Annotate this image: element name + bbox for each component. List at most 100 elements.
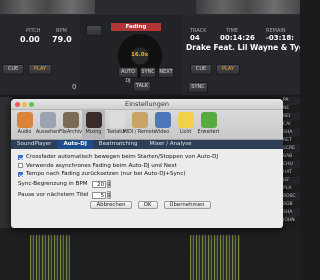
next-button[interactable]: NEXT xyxy=(158,67,174,78)
bpm-label: BPM xyxy=(56,28,67,34)
tab-auto-dj[interactable]: Auto-DJ xyxy=(57,140,93,149)
option-checkbox[interactable] xyxy=(18,171,23,177)
pitch-value: 0.00 xyxy=(20,35,40,44)
sync-limit-stepper[interactable]: ▲ ▼ xyxy=(107,180,111,188)
toolbar-item-licht[interactable]: Licht xyxy=(174,110,197,140)
toolbar-item-label: Licht xyxy=(179,130,192,135)
playlist-row[interactable]: SHA xyxy=(282,209,300,217)
cue-button-right[interactable]: CUE xyxy=(190,64,212,75)
playlist-row[interactable]: BEI xyxy=(282,113,300,121)
ok-button[interactable]: OK xyxy=(137,200,158,209)
toolbar-item-label: FileArchiv xyxy=(58,130,83,135)
playlist-row[interactable]: SHA xyxy=(282,129,300,137)
track-title: Drake Feat. Lil Wayne & Tyga - The xyxy=(186,43,300,52)
waveform-right xyxy=(196,0,300,14)
auto-dj-button[interactable]: AUTO DJ xyxy=(118,67,138,84)
advanced-gear-icon xyxy=(200,112,217,128)
toolbar-item-midi-remote[interactable]: MIDI / Remote xyxy=(123,110,156,140)
toolbar-item-mixing[interactable]: Mixing xyxy=(82,110,105,140)
mixer-small-button[interactable] xyxy=(86,25,102,36)
play-button-left[interactable]: PLAY xyxy=(28,64,52,75)
playlist-row[interactable]: JEF xyxy=(282,177,300,185)
dialog-title: Einstellungen xyxy=(124,100,170,108)
bpm-value: 79.0 xyxy=(52,35,72,44)
option-row: Crossfader automatisch bewegen beim Star… xyxy=(18,153,283,162)
pause-row: Pause vor nächstem Titel 5 ▲ ▼ xyxy=(18,190,283,201)
option-checkbox[interactable] xyxy=(18,163,23,169)
playlist-row[interactable]: JOHN xyxy=(282,217,300,225)
playlist-column: PA NE BEI CAI SHA RET SCRE BAB CHU HAT JEF PLA BOSC B… xyxy=(282,97,300,228)
toolbar-item-label: Audio xyxy=(17,130,32,135)
pause-label: Pause vor nächstem Titel xyxy=(18,192,89,198)
toolbar-item-filearchiv[interactable]: FileArchiv xyxy=(59,110,82,140)
sync-limit-input[interactable]: 20 xyxy=(92,180,106,188)
playlist-row[interactable]: CHU xyxy=(282,161,300,169)
tab-beatmatching[interactable]: Beatmatching xyxy=(93,140,144,149)
apply-button[interactable]: Übernehmen xyxy=(163,200,211,209)
deck-left: PITCH BPM 0.00 79.0 CUE PLAY 0 xyxy=(0,15,80,95)
sync-limit-label: Sync-Begrenzung in BPM xyxy=(18,181,88,187)
playlist-row[interactable]: BOSC xyxy=(282,193,300,201)
play-button-right[interactable]: PLAY xyxy=(216,64,240,75)
playlist-row[interactable]: PA xyxy=(282,97,300,105)
tab-soundplayer[interactable]: SoundPlayer xyxy=(11,140,57,149)
midi-controller-icon xyxy=(131,112,148,128)
bottom-waveform-right xyxy=(190,235,240,280)
cancel-button[interactable]: Abbrechen xyxy=(90,200,132,209)
keyboard-icon xyxy=(108,112,125,128)
sync-button[interactable]: SYNC xyxy=(140,67,156,78)
playlist-row[interactable]: RET xyxy=(282,137,300,145)
vinyl-icon xyxy=(85,112,102,128)
deck-right: TRACK TIME REMAIN 04 00:14:26 -03:18: CU… xyxy=(182,15,300,95)
playlist-row[interactable]: HAT xyxy=(282,169,300,177)
remain-value: -03:18: xyxy=(266,34,294,42)
cue-button-left[interactable]: CUE xyxy=(2,64,24,75)
option-row: Tempo nach Fading zurücksetzen (nur bei … xyxy=(18,170,283,179)
sync-button-right[interactable]: SYNC xyxy=(188,82,208,93)
dialog-titlebar: Einstellungen xyxy=(11,99,283,110)
waveform-left xyxy=(0,0,95,14)
playlist-row[interactable]: CAI xyxy=(282,121,300,129)
pause-input[interactable]: 5 xyxy=(92,191,106,199)
time-value: 00:14:26 xyxy=(220,34,255,42)
preferences-dialog: Einstellungen Audio Aussehen FileArchiv Mix… xyxy=(11,99,283,228)
pitch-number: 0 xyxy=(72,83,77,91)
preferences-toolbar: Audio Aussehen FileArchiv Mixing Tastatur MID… xyxy=(11,110,283,140)
track-number: 04 xyxy=(190,34,200,42)
playlist-row[interactable]: PLA xyxy=(282,185,300,193)
toolbar-item-aussehen[interactable]: Aussehen xyxy=(36,110,59,140)
pause-stepper[interactable]: ▲ ▼ xyxy=(107,191,111,199)
playlist-row[interactable]: SCRE xyxy=(282,145,300,153)
option-label: Crossfader automatisch bewegen beim Star… xyxy=(26,154,219,161)
wrench-icon xyxy=(39,112,56,128)
options-list: Crossfader automatisch bewegen beim Star… xyxy=(18,153,283,179)
vinyl-tag: 16.0x xyxy=(131,52,149,58)
toolbar-item-erweitert[interactable]: Erweitert xyxy=(197,110,220,140)
playlist-row[interactable]: NE xyxy=(282,105,300,113)
preferences-tabs: SoundPlayer Auto-DJ Beatmatching Mixer / An… xyxy=(11,140,283,149)
zoom-window-icon[interactable] xyxy=(29,102,34,107)
tab-mixer-analyse[interactable]: Mixer / Analyse xyxy=(144,140,198,149)
toolbar-item-label: Erweitert xyxy=(197,130,220,135)
option-row: Verwende asynchrones Fading beim Auto-DJ… xyxy=(18,162,283,171)
sync-limit-row: Sync-Begrenzung in BPM 20 ▲ ▼ xyxy=(18,179,283,190)
search-folder-icon xyxy=(62,112,79,128)
lightbulb-icon xyxy=(177,112,194,128)
close-window-icon[interactable] xyxy=(15,102,20,107)
toolbar-item-audio[interactable]: Audio xyxy=(13,110,36,140)
toolbar-item-label: Mixing xyxy=(85,130,102,135)
toolbar-item-label: Aussehen xyxy=(35,130,60,135)
playlist-row[interactable]: BAB xyxy=(282,153,300,161)
bottom-waveform-left xyxy=(30,235,70,280)
monitor-icon xyxy=(154,112,171,128)
talk-button[interactable]: TALK xyxy=(133,81,151,92)
pitch-label: PITCH xyxy=(26,28,41,34)
option-checkbox[interactable] xyxy=(18,154,23,160)
minimize-window-icon[interactable] xyxy=(22,102,27,107)
toolbar-item-video[interactable]: Video xyxy=(151,110,174,140)
toolbar-item-label: Video xyxy=(155,130,170,135)
toolbar-item-tastatur[interactable]: Tastatur xyxy=(105,110,128,140)
playlist-row[interactable]: BOB xyxy=(282,201,300,209)
waveform-strip xyxy=(0,0,300,15)
fading-indicator: Fading xyxy=(111,23,161,31)
